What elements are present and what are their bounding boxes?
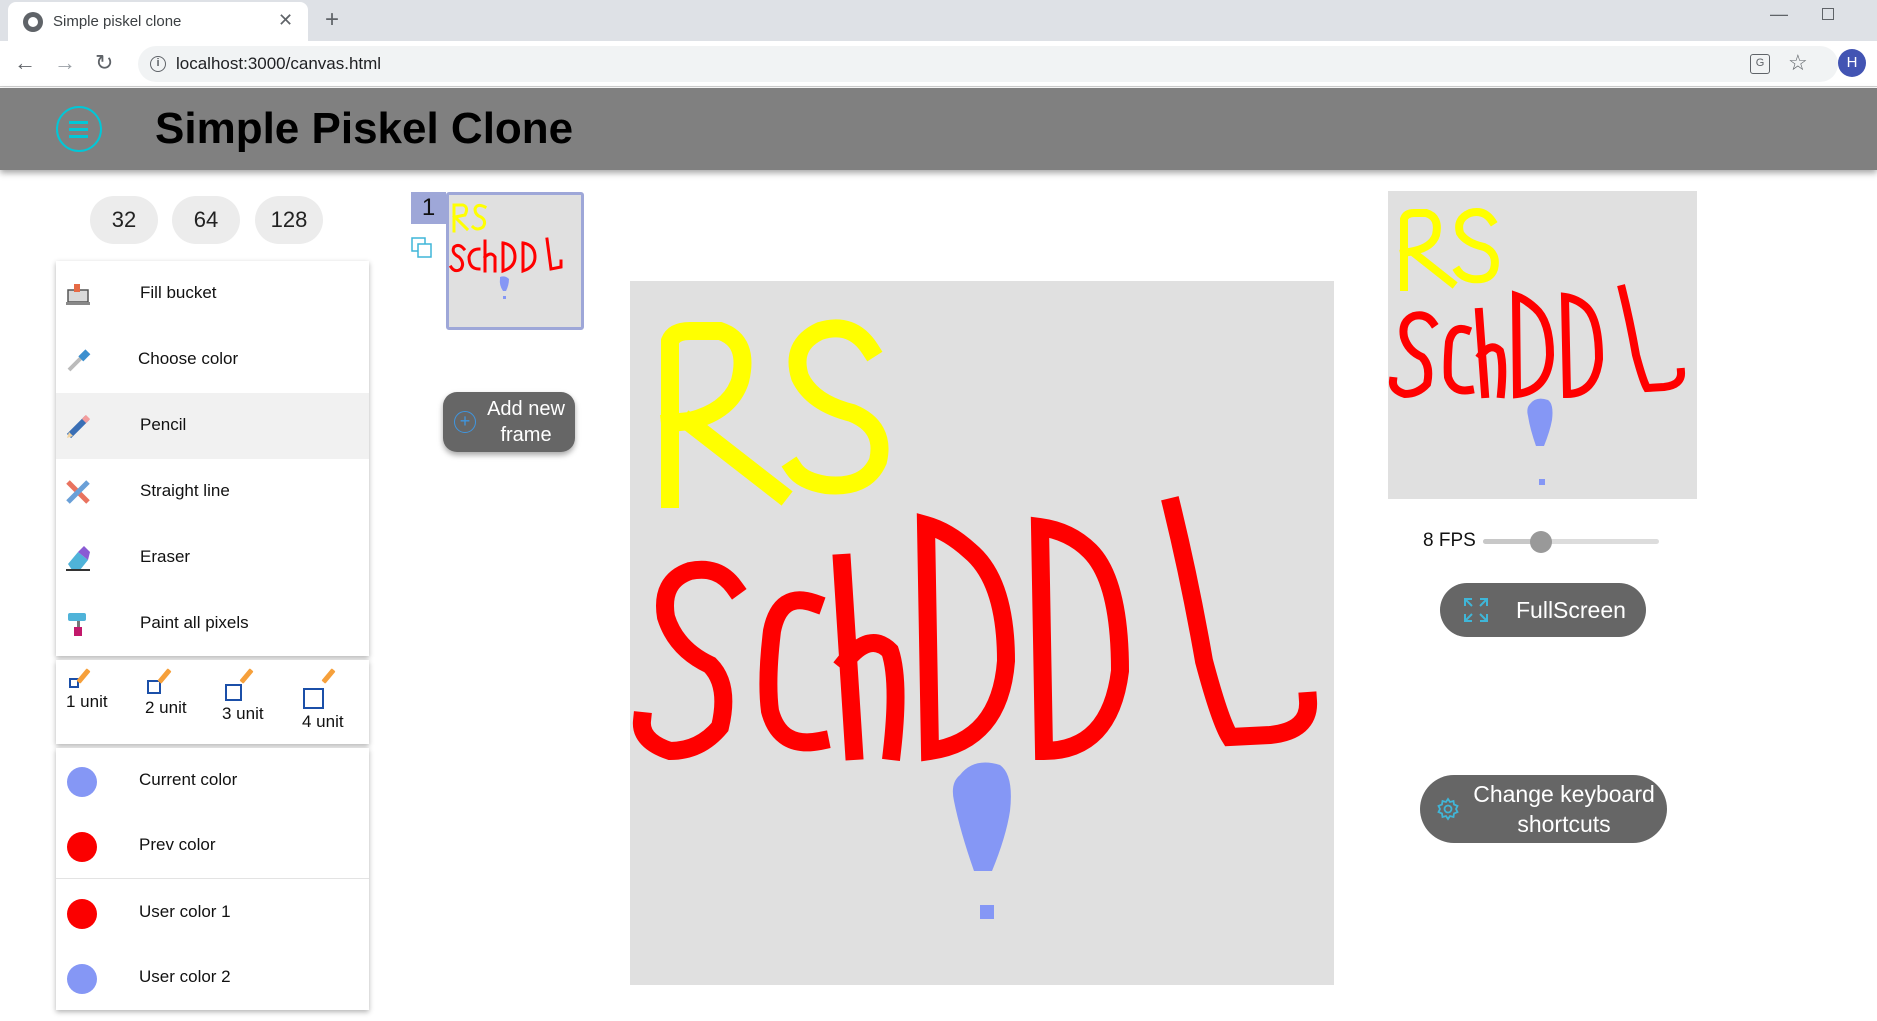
tool-label: Pencil (140, 415, 187, 434)
square-icon (225, 684, 242, 701)
pen-size-4[interactable]: 4 unit (298, 668, 358, 734)
eyedropper-icon (67, 349, 91, 372)
shortcuts-label: Change keyboard shortcuts (1473, 781, 1655, 837)
current-color[interactable]: Current color (56, 748, 369, 814)
minimize-window-icon[interactable]: — (1770, 4, 1788, 25)
fullscreen-label: FullScreen (1516, 597, 1626, 623)
tool-label: Fill bucket (140, 283, 217, 302)
pen-size-label: 1 unit (66, 692, 108, 711)
pen-size-3[interactable]: 3 unit (220, 668, 280, 734)
app-title: Simple Piskel Clone (155, 104, 574, 153)
browser-toolbar: ← → ↻ i localhost:3000/canvas.html G ☆ H (0, 41, 1877, 87)
straight-line-icon (66, 480, 90, 504)
drawing-canvas[interactable] (630, 281, 1334, 985)
pen-size-label: 3 unit (222, 704, 264, 723)
frame-number: 1 (411, 192, 446, 224)
close-tab-icon[interactable]: ✕ (278, 10, 293, 31)
size-button-128[interactable]: 128 (255, 196, 323, 244)
pen-size-1[interactable]: 1 unit (64, 668, 124, 734)
tool-label: Straight line (140, 481, 230, 500)
paint-roller-icon (68, 613, 86, 636)
hamburger-menu-icon[interactable] (56, 106, 102, 152)
reload-icon[interactable]: ↻ (95, 50, 113, 76)
new-tab-icon[interactable]: + (325, 6, 339, 34)
translate-icon[interactable]: G (1750, 54, 1770, 74)
pencil-icon (66, 414, 91, 439)
expand-icon (1464, 598, 1488, 622)
back-arrow-icon[interactable]: ← (14, 50, 36, 76)
user-color-2-swatch[interactable] (67, 964, 97, 994)
forward-arrow-icon[interactable]: → (54, 50, 76, 76)
eraser-icon (66, 546, 90, 571)
current-color-swatch[interactable] (67, 767, 97, 797)
square-icon (303, 688, 324, 709)
color-label: User color 2 (139, 967, 231, 986)
user-color-1-swatch[interactable] (67, 899, 97, 929)
fill-bucket-icon (66, 284, 90, 305)
fps-slider[interactable] (1483, 531, 1659, 553)
fps-slider-thumb[interactable] (1530, 531, 1553, 553)
app-header: Simple Piskel Clone (0, 88, 1877, 170)
pencil-icon (157, 668, 172, 684)
pen-size-panel: 1 unit 2 unit 3 unit 4 unit (56, 660, 369, 744)
preview-artwork (1388, 208, 1686, 485)
tool-fill-bucket[interactable]: Fill bucket (56, 261, 369, 327)
tool-label: Choose color (138, 349, 239, 368)
tool-pencil[interactable]: Pencil (56, 393, 369, 459)
add-new-frame-button[interactable]: + Add new frame (443, 392, 575, 452)
pencil-icon (239, 668, 254, 684)
pen-size-2[interactable]: 2 unit (142, 668, 202, 734)
tool-choose-color[interactable]: Choose color (56, 327, 369, 393)
tool-label: Eraser (140, 547, 191, 566)
canvas-artwork (632, 319, 1318, 919)
prev-color[interactable]: Prev color (56, 813, 369, 879)
fps-label: 8 FPS (1423, 530, 1476, 551)
tools-panel: Fill bucket Choose color Pencil Straight… (56, 261, 369, 656)
change-keyboard-shortcuts-button[interactable]: Change keyboard shortcuts (1420, 775, 1667, 843)
plus-icon: + (454, 411, 476, 433)
browser-tab-bar: Simple piskel clone ✕ + — (0, 0, 1877, 41)
restore-window-icon[interactable] (1822, 8, 1834, 20)
size-button-32[interactable]: 32 (90, 196, 158, 244)
pencil-icon (76, 668, 91, 684)
animation-preview (1388, 191, 1697, 499)
tool-straight-line[interactable]: Straight line (56, 459, 369, 525)
address-bar[interactable]: i localhost:3000/canvas.html G ☆ (138, 46, 1838, 82)
colors-panel: Current color Prev color User color 1 Us… (56, 748, 369, 1010)
tab-title: Simple piskel clone (53, 13, 182, 30)
gear-icon (1437, 797, 1459, 821)
pencil-icon (321, 668, 336, 684)
add-frame-label: Add new frame (487, 398, 565, 446)
globe-icon (23, 12, 43, 32)
user-color-2[interactable]: User color 2 (56, 945, 369, 1011)
size-button-64[interactable]: 64 (172, 196, 240, 244)
pen-size-label: 4 unit (302, 712, 344, 731)
url-text[interactable]: localhost:3000/canvas.html (176, 54, 381, 74)
duplicate-frame-icon[interactable] (411, 237, 433, 259)
pen-size-label: 2 unit (145, 698, 187, 717)
browser-tab[interactable]: Simple piskel clone ✕ (8, 2, 308, 41)
bookmark-star-icon[interactable]: ☆ (1788, 50, 1808, 76)
site-info-icon[interactable]: i (150, 56, 166, 72)
tool-paint-all-pixels[interactable]: Paint all pixels (56, 591, 369, 657)
prev-color-swatch[interactable] (67, 832, 97, 862)
frame-artwork (449, 203, 563, 299)
color-label: Current color (139, 770, 238, 789)
profile-avatar[interactable]: H (1838, 49, 1866, 77)
tool-eraser[interactable]: Eraser (56, 525, 369, 591)
tool-label: Paint all pixels (140, 613, 249, 632)
color-label: Prev color (139, 835, 216, 854)
color-label: User color 1 (139, 902, 231, 921)
user-color-1[interactable]: User color 1 (56, 880, 369, 946)
fullscreen-button[interactable]: FullScreen (1440, 583, 1646, 637)
frame-thumbnail[interactable] (446, 192, 584, 330)
